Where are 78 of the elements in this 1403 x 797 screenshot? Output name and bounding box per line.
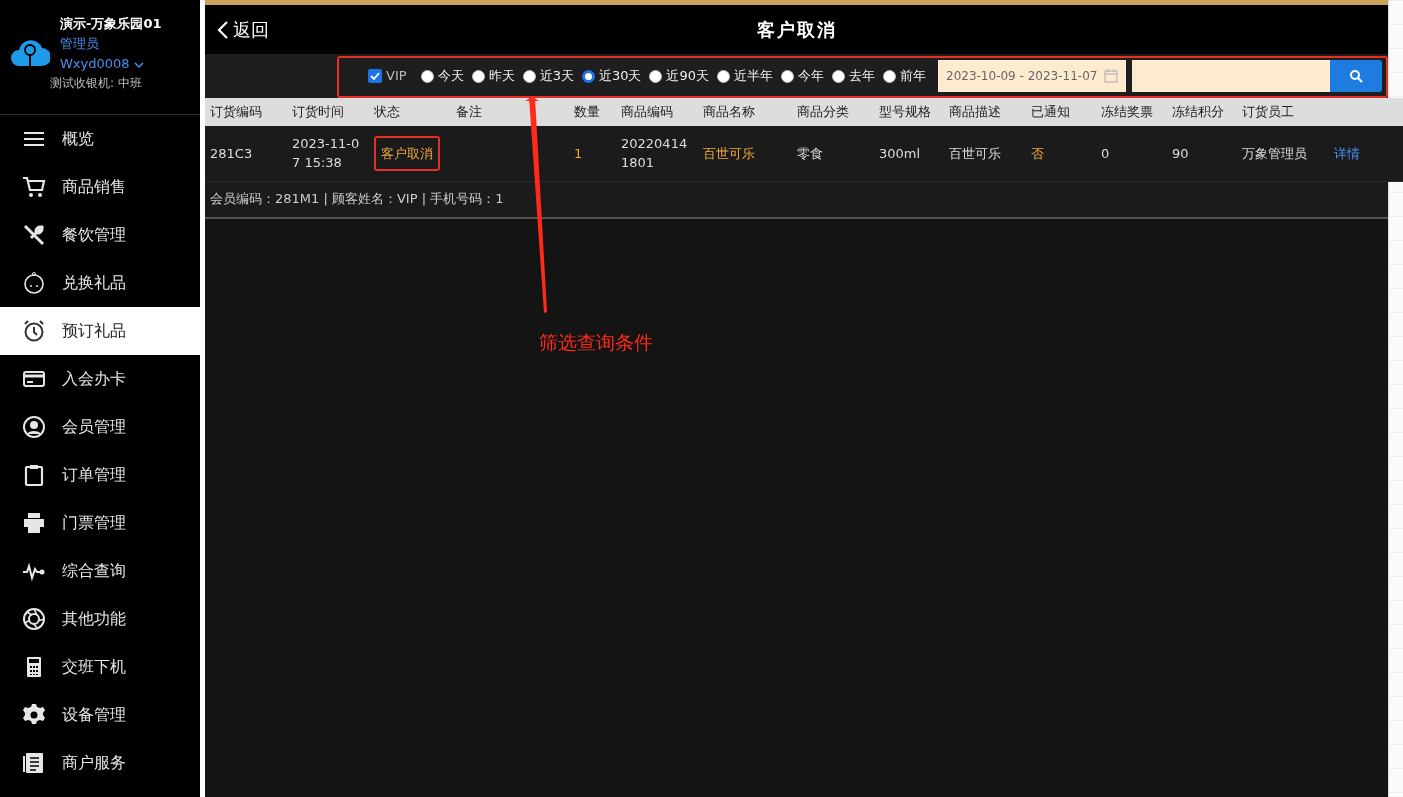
- sidebar-item[interactable]: 餐饮管理: [0, 211, 200, 259]
- sidebar-item[interactable]: 交班下机: [0, 643, 200, 691]
- column-header: 数量: [569, 98, 616, 126]
- sidebar-item[interactable]: 商品销售: [0, 163, 200, 211]
- details-link[interactable]: 详情: [1334, 145, 1360, 161]
- member-info: 会员编码：281M1 | 顾客姓名：VIP | 手机号码：1: [205, 181, 1388, 219]
- period-radio[interactable]: 今年: [781, 66, 824, 86]
- sidebar-item[interactable]: 预订礼品: [0, 307, 200, 355]
- column-header: 订货编码: [205, 98, 287, 126]
- table-cell: 202204141801: [616, 126, 698, 181]
- status-label: 客户取消: [374, 135, 440, 171]
- table-cell: 万象管理员: [1237, 126, 1329, 181]
- sidebar-item[interactable]: 入会办卡: [0, 355, 200, 403]
- table-cell: 百世可乐: [698, 126, 792, 181]
- period-radio[interactable]: 近90天: [649, 66, 709, 86]
- column-header: 冻结奖票: [1096, 98, 1167, 126]
- calendar-icon: [1104, 69, 1118, 83]
- baby-face-icon: [22, 271, 46, 295]
- sidebar-item[interactable]: 门票管理: [0, 499, 200, 547]
- period-radio[interactable]: 今天: [420, 66, 464, 86]
- table-cell: 否: [1026, 126, 1096, 181]
- vip-checkbox[interactable]: VIP: [368, 66, 407, 86]
- table-cell: 零食: [792, 126, 874, 181]
- sidebar-item[interactable]: 其他功能: [0, 595, 200, 643]
- sidebar-item[interactable]: 概览: [0, 115, 200, 163]
- user-role: 管理员: [60, 35, 100, 54]
- sidebar-item[interactable]: 订单管理: [0, 451, 200, 499]
- gear-icon: [22, 703, 46, 727]
- period-radio[interactable]: 近30天: [581, 66, 642, 86]
- fork-spoon-icon: [22, 223, 46, 247]
- annotation-label: 筛选查询条件: [539, 330, 653, 355]
- sidebar-item[interactable]: 兑换礼品: [0, 259, 200, 307]
- period-radio[interactable]: 近3天: [522, 66, 574, 86]
- table-cell: 300ml: [874, 126, 944, 181]
- back-button[interactable]: 返回: [205, 16, 269, 43]
- table-cell: 百世可乐: [944, 126, 1026, 181]
- printer-icon: [22, 511, 46, 535]
- period-radio[interactable]: 去年: [832, 66, 875, 86]
- column-header: 商品名称: [698, 98, 792, 126]
- sidebar-item[interactable]: 综合查询: [0, 547, 200, 595]
- chevron-left-icon: [217, 19, 229, 40]
- period-radio[interactable]: 近半年: [717, 66, 773, 86]
- table-cell: 2023-11-07 15:38: [287, 126, 369, 181]
- user-circle-icon: [22, 415, 46, 439]
- column-header: 冻结积分: [1167, 98, 1237, 126]
- terminal-label: 测试收银机: 中班: [50, 75, 143, 93]
- table-cell: 281C3: [205, 126, 287, 181]
- sidebar-item[interactable]: 设备管理: [0, 691, 200, 739]
- period-radio[interactable]: 昨天: [471, 66, 515, 86]
- column-header: 备注: [451, 98, 569, 126]
- document-icon: [22, 751, 46, 775]
- alarm-clock-icon: [22, 319, 46, 343]
- sidebar-item[interactable]: 商户服务: [0, 739, 200, 787]
- table-cell: 0: [1096, 126, 1167, 181]
- column-header: 商品分类: [792, 98, 874, 126]
- search-icon: [1349, 69, 1363, 83]
- column-header: 订货时间: [287, 98, 369, 126]
- search-field[interactable]: [1132, 60, 1330, 92]
- date-range-field[interactable]: 2023-10-09 - 2023-11-07: [938, 60, 1126, 92]
- column-header: 商品编码: [616, 98, 698, 126]
- table-cell: 90: [1167, 126, 1237, 181]
- sidebar-item[interactable]: 会员管理: [0, 403, 200, 451]
- search-button[interactable]: [1330, 60, 1382, 92]
- column-header: 型号规格: [874, 98, 944, 126]
- column-header: 订货员工: [1237, 98, 1329, 126]
- account-dropdown[interactable]: Wxyd0008: [60, 54, 162, 75]
- column-header: 商品描述: [944, 98, 1026, 126]
- table-cell: 1: [569, 126, 616, 181]
- checkmark-icon: [370, 72, 381, 80]
- chevron-down-icon: [133, 60, 144, 69]
- column-header: 已通知: [1026, 98, 1096, 126]
- period-radio[interactable]: 前年: [883, 66, 926, 86]
- cart-icon: [22, 175, 46, 199]
- page-title: 客户取消: [756, 18, 837, 42]
- store-name: 演示-万象乐园01: [60, 15, 162, 33]
- clipboard-icon: [22, 463, 46, 487]
- aperture-icon: [22, 607, 46, 631]
- column-header: 状态: [369, 98, 451, 126]
